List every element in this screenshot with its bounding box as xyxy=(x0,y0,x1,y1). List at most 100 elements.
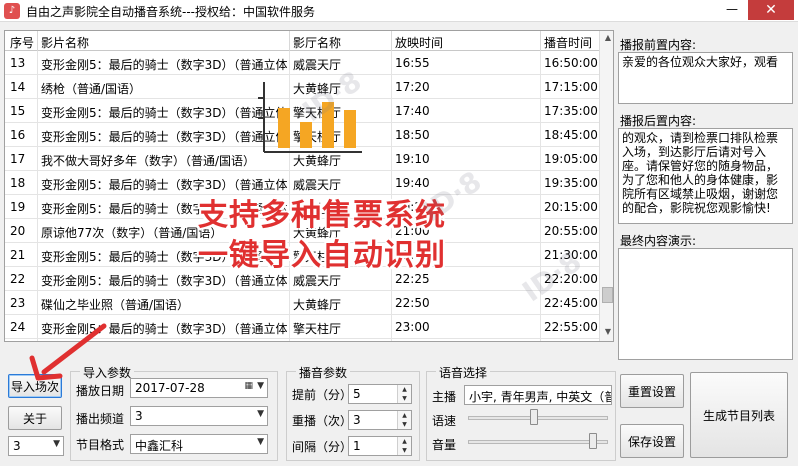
about-button[interactable]: 关于 xyxy=(8,406,62,430)
row-index: 13 xyxy=(10,56,26,70)
title-bar: ♪ 自由之声影院全自动播音系统---授权给：中国软件服务 — ✕ xyxy=(0,0,798,22)
calendar-icon: ▦ xyxy=(244,381,253,391)
final-content-textarea[interactable] xyxy=(618,248,793,360)
advance-label: 提前（分）: xyxy=(292,388,357,402)
post-content-label: 播报后置内容: xyxy=(620,114,697,128)
interval-value: 1 xyxy=(353,439,361,453)
row-film-name: 我不做大哥好多年（数字）（普通/国语） xyxy=(41,154,256,168)
minimize-button[interactable]: — xyxy=(722,0,742,20)
table-row[interactable]: 23 碟仙之毕业照（普通/国语） 大黄蜂厅 22:50 22:45:00 xyxy=(5,291,599,315)
header-hall-name[interactable]: 影厅名称 xyxy=(293,34,341,51)
chevron-down-icon: ▼ xyxy=(257,409,264,419)
row-index: 21 xyxy=(10,248,26,262)
broadcast-params-title: 播音参数 xyxy=(296,364,351,381)
row-index: 20 xyxy=(10,224,26,238)
schedule-grid[interactable]: 序号 影片名称 影厅名称 放映时间 播音时间 13 变形金刚5：最后的骑士（数字3… xyxy=(4,30,614,342)
row-broadcast-time: 20:15:00 xyxy=(544,200,598,214)
volume-label: 音量 xyxy=(432,438,457,452)
pre-content-textarea[interactable]: 亲爱的各位观众大家好，观看 xyxy=(618,52,793,104)
repeat-label: 重播（次）: xyxy=(292,414,357,428)
advance-stepper[interactable]: 5 ▲ ▼ xyxy=(348,384,412,404)
row-broadcast-time: 19:35:00 xyxy=(544,176,598,190)
row-broadcast-time: 22:45:00 xyxy=(544,296,598,310)
header-index[interactable]: 序号 xyxy=(10,34,34,51)
date-label: 播放日期 xyxy=(76,384,125,398)
scroll-up-icon[interactable]: ▲ xyxy=(602,33,613,47)
row-film-name: 变形金刚5：最后的骑士（数字3D）（普通立体 xyxy=(41,274,287,288)
row-show-time: 22:50 xyxy=(395,296,430,310)
grid-header: 序号 影片名称 影厅名称 放映时间 播音时间 xyxy=(5,31,599,51)
row-broadcast-time: 19:05:00 xyxy=(544,152,598,166)
header-film-name[interactable]: 影片名称 xyxy=(41,34,89,51)
row-index: 15 xyxy=(10,104,26,118)
scroll-down-icon[interactable]: ▼ xyxy=(602,327,613,341)
repeat-value: 3 xyxy=(353,413,361,427)
header-broadcast-time[interactable]: 播音时间 xyxy=(544,34,592,51)
save-settings-button[interactable]: 保存设置 xyxy=(620,424,684,458)
close-button[interactable]: ✕ xyxy=(748,0,794,20)
generate-list-button[interactable]: 生成节目列表 xyxy=(690,372,788,458)
anchor-select[interactable]: 小宇, 青年男声, 中英文（普 xyxy=(464,385,612,405)
row-show-time: 17:40 xyxy=(395,104,430,118)
table-row[interactable]: 13 变形金刚5：最后的骑士（数字3D）（普通立体 威震天厅 16:55 16:50:0… xyxy=(5,51,599,75)
post-content-textarea[interactable]: 的观众，请到检票口排队检票入场，到达影厅后请对号入座。请保管好您的随身物品，为了… xyxy=(618,128,793,224)
row-film-name: 变形金刚5：最后的骑士（数字3D）（普通立体 xyxy=(41,130,287,144)
row-broadcast-time: 16:50:00 xyxy=(544,56,598,70)
volume-slider[interactable] xyxy=(468,440,608,444)
row-film-name: 碟仙之毕业照（普通/国语） xyxy=(41,298,190,312)
row-broadcast-time: 22:55:00 xyxy=(544,320,598,334)
row-index: 16 xyxy=(10,128,26,142)
interval-stepper[interactable]: 1 ▲ ▼ xyxy=(348,436,412,456)
row-show-time: 22:25 xyxy=(395,272,430,286)
vertical-scrollbar[interactable]: ▲ ▼ xyxy=(599,31,613,341)
speed-slider-thumb[interactable] xyxy=(530,409,539,425)
row-broadcast-time: 17:15:00 xyxy=(544,80,598,94)
interval-label: 间隔（分）: xyxy=(292,440,357,454)
row-hall-name: 擎天柱厅 xyxy=(293,322,342,336)
row-broadcast-time: 20:55:00 xyxy=(544,224,598,238)
format-label: 节目格式 xyxy=(76,438,125,452)
row-index: 14 xyxy=(10,80,26,94)
final-content-label: 最终内容演示: xyxy=(620,234,697,248)
stepper-arrows-icon[interactable]: ▲ ▼ xyxy=(397,411,411,429)
row-show-time: 19:10 xyxy=(395,152,430,166)
advance-value: 5 xyxy=(353,387,361,401)
date-picker[interactable]: 2017-07-28 ▦ ▼ xyxy=(130,378,268,398)
voice-title: 语音选择 xyxy=(436,364,491,381)
row-broadcast-time: 18:45:00 xyxy=(544,128,598,142)
app-icon: ♪ xyxy=(4,3,20,19)
number-select[interactable]: 3 ▼ xyxy=(8,436,64,456)
format-select[interactable]: 中鑫汇科 ▼ xyxy=(130,434,268,454)
row-show-time: 16:55 xyxy=(395,56,430,70)
import-params-title: 导入参数 xyxy=(80,364,135,381)
row-film-name: 变形金刚5：最后的骑士（数字3D）（普通立体 xyxy=(41,106,287,120)
format-value: 中鑫汇科 xyxy=(135,439,184,453)
volume-slider-thumb[interactable] xyxy=(589,433,598,449)
promo-line-1: 支持多种售票系统 xyxy=(198,198,446,233)
speed-label: 语速 xyxy=(432,414,457,428)
row-index: 17 xyxy=(10,152,26,166)
row-show-time: 23:00 xyxy=(395,320,430,334)
row-broadcast-time: 17:35:00 xyxy=(544,104,598,118)
row-index: 22 xyxy=(10,272,26,286)
chevron-down-icon: ▼ xyxy=(257,381,264,391)
anchor-value: 小宇, 青年男声, 中英文（普 xyxy=(469,390,612,404)
stepper-arrows-icon[interactable]: ▲ ▼ xyxy=(397,385,411,403)
window-title: 自由之声影院全自动播音系统---授权给：中国软件服务 xyxy=(26,5,315,19)
pre-content-label: 播报前置内容: xyxy=(620,38,697,52)
date-value: 2017-07-28 xyxy=(135,381,205,395)
row-hall-name: 威震天厅 xyxy=(293,274,342,288)
stepper-arrows-icon[interactable]: ▲ ▼ xyxy=(397,437,411,455)
row-film-name: 变形金刚5：最后的骑士（数字3D）（普通立体 xyxy=(41,58,287,72)
number-select-value: 3 xyxy=(13,439,21,453)
repeat-stepper[interactable]: 3 ▲ ▼ xyxy=(348,410,412,430)
chevron-down-icon: ▼ xyxy=(53,439,60,449)
row-index: 19 xyxy=(10,200,26,214)
row-hall-name: 大黄蜂厅 xyxy=(293,298,342,312)
row-film-name: 绣枪（普通/国语） xyxy=(41,82,142,96)
scroll-thumb[interactable] xyxy=(602,287,613,303)
header-show-time[interactable]: 放映时间 xyxy=(395,34,443,51)
reset-settings-button[interactable]: 重置设置 xyxy=(620,374,684,408)
row-index: 23 xyxy=(10,296,26,310)
channel-select[interactable]: 3 ▼ xyxy=(130,406,268,426)
